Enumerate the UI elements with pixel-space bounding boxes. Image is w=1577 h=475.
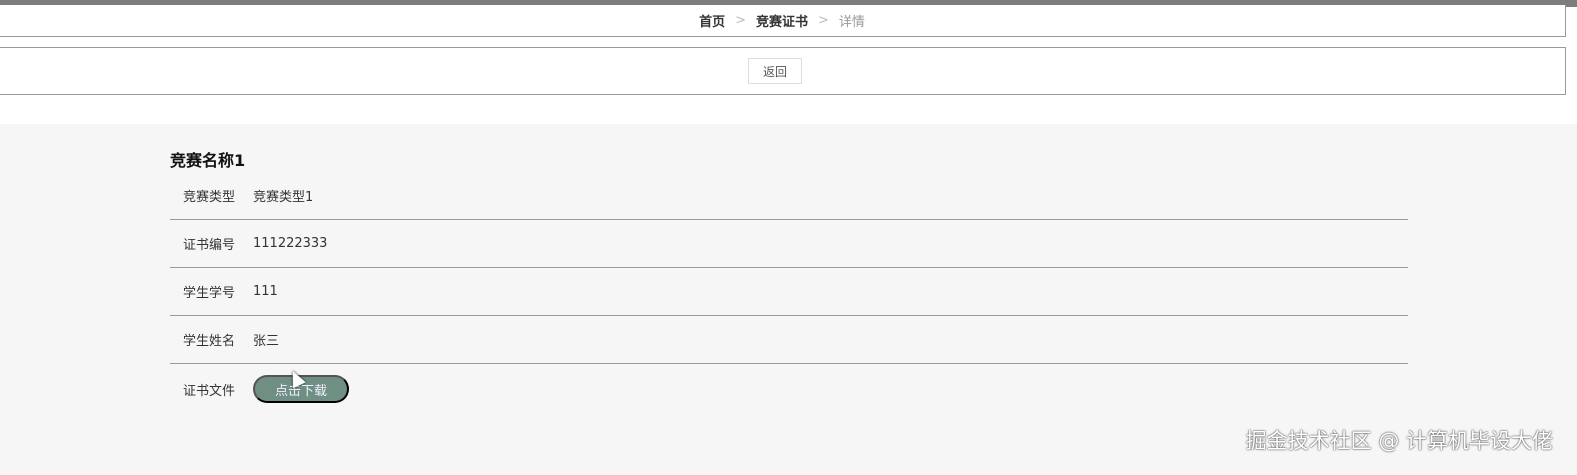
field-value: 111 <box>253 284 278 299</box>
competition-title: 竞赛名称1 <box>170 151 246 170</box>
field-row: 学生姓名 张三 <box>170 316 1408 364</box>
breadcrumb-separator: > <box>735 13 746 28</box>
breadcrumb-section[interactable]: 竞赛证书 <box>756 11 808 30</box>
breadcrumb: 首页 > 竞赛证书 > 详情 <box>0 5 1566 37</box>
field-label: 学生学号 <box>183 286 236 301</box>
watermark: 掘金技术社区 @ 计算机毕设大佬 <box>1245 429 1553 453</box>
field-value: 张三 <box>253 334 280 349</box>
field-label: 竞赛类型 <box>183 190 236 205</box>
field-row: 学生学号 111 <box>170 268 1408 316</box>
back-button[interactable]: 返回 <box>748 58 802 84</box>
file-label: 证书文件 <box>183 383 236 399</box>
breadcrumb-current: 详情 <box>838 15 865 30</box>
breadcrumb-separator: > <box>818 13 829 28</box>
action-bar: 返回 <box>0 47 1566 95</box>
field-label: 证书编号 <box>183 238 236 253</box>
field-value: 竞赛类型1 <box>253 190 314 205</box>
field-value: 111222333 <box>253 236 328 251</box>
file-row: 证书文件 点击下载 <box>170 365 1408 413</box>
detail-panel: 竞赛名称1 竞赛类型 竞赛类型1 证书编号 111222333 学生学号 111… <box>0 124 1577 475</box>
field-label: 学生姓名 <box>183 334 236 349</box>
field-row: 竞赛类型 竞赛类型1 <box>170 172 1408 220</box>
breadcrumb-home[interactable]: 首页 <box>699 11 725 30</box>
field-row: 证书编号 111222333 <box>170 220 1408 268</box>
